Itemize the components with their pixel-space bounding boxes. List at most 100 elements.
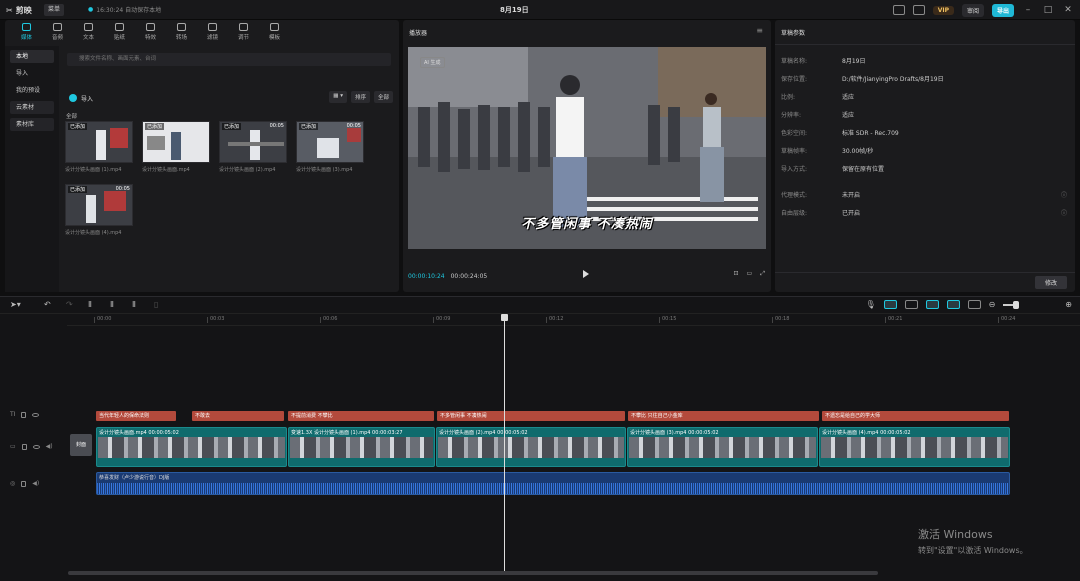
video-clip[interactable]: 设计分镜头画面.mp4 00:00:05:02 [96, 427, 287, 467]
menu-icon[interactable]: ≡ [756, 26, 763, 35]
logo-icon: ✂ [6, 5, 13, 15]
timeline-scrollbar[interactable] [68, 571, 878, 575]
param-row: 草稿名称: 8月19日 [781, 58, 866, 65]
video-clip[interactable]: 设计分镜头画面 (2).mp4 00:00:05:02 [436, 427, 626, 467]
media-clip[interactable]: 已添加 设计分镜头画面.mp4 [142, 121, 210, 173]
view-toggle-button[interactable]: ▦ ▾ [329, 91, 347, 103]
zoom-in-icon[interactable]: ⊕ [1065, 300, 1072, 309]
param-row: 草稿帧率: 30.00帧/秒 [781, 148, 874, 155]
tab-adjust[interactable]: 调节 [228, 20, 259, 44]
sidebar-item-local[interactable]: 本地 [10, 50, 54, 63]
preview-axis-icon[interactable] [925, 300, 939, 309]
media-content: 搜索文件名称、画面元素、台词 导入 ▦ ▾ 排序 全部 全部 已添加 设计分镜头… [61, 46, 399, 292]
text-clip[interactable]: 当代年轻人的保命法则 [96, 411, 176, 421]
sidebar-item-import[interactable]: 导入 [10, 67, 54, 80]
video-clip[interactable]: 变速1.3X 设计分镜头画面 (1).mp4 00:00:03:27 [288, 427, 435, 467]
fullscreen-fit-icon[interactable]: ⊡ [733, 270, 738, 278]
split-right-icon[interactable]: Ⅱ [132, 300, 136, 309]
tab-audio[interactable]: 音频 [42, 20, 73, 44]
text-clip[interactable]: 不敢去 [192, 411, 284, 421]
play-icon[interactable] [583, 270, 589, 278]
vip-button[interactable]: VIP [932, 5, 954, 15]
param-row: 自由层级: 已开启 [781, 210, 861, 217]
video-clip[interactable]: 设计分镜头画面 (4).mp4 00:00:05:02 [819, 427, 1010, 467]
media-clip[interactable]: 已添加 00:05 设计分镜头画面 (4).mp4 [65, 184, 133, 236]
tab-filter[interactable]: 滤镜 [197, 20, 228, 44]
timeline-toolbar: ➤▾ ↶ ↷ Ⅱ Ⅱ Ⅱ ▯ 🎙 ⊖ ⊕ [0, 297, 1080, 314]
info-icon[interactable]: ⓘ [1061, 190, 1067, 199]
video-preview[interactable]: AI 生成 不多管闲事 不凑热闹 [408, 47, 766, 249]
transition-icon [177, 23, 186, 31]
minimize-icon[interactable]: – [1022, 5, 1034, 15]
eye-icon[interactable] [32, 412, 40, 417]
audio-clip[interactable]: 恭喜发财（卢少游说行音）DJ版 [96, 472, 1010, 495]
media-clip[interactable]: 已添加 00:05 设计分镜头画面 (3).mp4 [296, 121, 364, 173]
filter-icon [208, 23, 217, 31]
lock-icon[interactable] [21, 411, 27, 418]
text-clip[interactable]: 不多管闲事 不凑热闹 [437, 411, 625, 421]
text-clip[interactable]: 不攀比 只往自己小金库 [628, 411, 819, 421]
text-track-icon: TI [10, 411, 16, 418]
split-left-icon[interactable]: Ⅱ [110, 300, 114, 309]
sidebar-item-cloud[interactable]: 云素材 [10, 101, 54, 114]
redo-icon[interactable]: ↷ [66, 300, 73, 309]
subtitle-overlay: 不多管闲事 不凑热闹 [521, 217, 653, 232]
text-clip[interactable]: 不提前消费 不攀比 [288, 411, 434, 421]
param-row: 导入方式: 保留在原有位置 [781, 166, 885, 173]
snap-icon[interactable] [946, 300, 960, 309]
clip-thumbnail: 已添加 00:05 [219, 121, 287, 163]
undo-icon[interactable]: ↶ [44, 300, 51, 309]
layout-icon[interactable] [912, 5, 925, 15]
ratio-icon[interactable]: ▭ [747, 270, 753, 278]
review-button[interactable]: 审阅 [961, 3, 984, 17]
zoom-slider[interactable] [1003, 300, 1020, 309]
keyboard-icon[interactable] [892, 5, 905, 15]
split-icon[interactable]: Ⅱ [88, 300, 92, 309]
time-display: 00:00:10:24 00:00:24:05 [408, 273, 488, 280]
select-tool-icon[interactable]: ➤▾ [10, 300, 21, 309]
audio-icon [53, 23, 62, 31]
media-clip[interactable]: 已添加 设计分镜头画面 (1).mp4 [65, 121, 133, 173]
eye-icon[interactable] [32, 444, 40, 449]
clip-thumbnail: 已添加 00:05 [65, 184, 133, 226]
time-ruler[interactable]: 00:00 00:03 00:06 00:09 00:12 00:15 00:1… [67, 314, 1080, 326]
playhead[interactable] [504, 316, 505, 571]
tab-media[interactable]: 媒体 [11, 20, 42, 44]
delete-icon[interactable]: ▯ [154, 300, 158, 309]
tab-template[interactable]: 模板 [259, 20, 290, 44]
modify-button[interactable]: 修改 [1034, 276, 1067, 289]
tab-transition[interactable]: 转场 [166, 20, 197, 44]
sidebar-item-library[interactable]: 素材库 [10, 118, 54, 131]
info-icon[interactable]: ⓘ [1061, 208, 1067, 217]
media-panel: 媒体 音频 文本 贴纸 特效 转场 滤镜 调节 模板 本地 导入 我的预设 云素… [5, 20, 399, 292]
lock-icon[interactable] [21, 443, 27, 450]
tab-effects[interactable]: 特效 [135, 20, 166, 44]
text-clip[interactable]: 不遗忘是给自己的学大师 [822, 411, 1009, 421]
param-row: 比例: 适应 [781, 94, 855, 101]
maximize-icon[interactable]: □ [1042, 5, 1054, 15]
menu-button[interactable]: 菜单 [44, 4, 65, 16]
media-clip[interactable]: 已添加 00:05 设计分镜头画面 (2).mp4 [219, 121, 287, 173]
video-clip[interactable]: 设计分镜头画面 (3).mp4 00:00:05:02 [627, 427, 818, 467]
filter-button[interactable]: 全部 [373, 91, 393, 103]
tab-text[interactable]: 文本 [73, 20, 104, 44]
clip-thumbnail: 已添加 [65, 121, 133, 163]
cover-thumbnail[interactable]: 封面 [70, 434, 92, 456]
volume-icon[interactable]: ◀) [46, 443, 53, 450]
link-icon[interactable] [904, 300, 918, 309]
effects-icon [146, 23, 155, 31]
volume-icon[interactable]: ◀) [32, 480, 39, 487]
import-button[interactable]: 导入 [69, 92, 93, 104]
close-icon[interactable]: ✕ [1062, 5, 1074, 15]
sort-button[interactable]: 排序 [350, 91, 370, 103]
lock-icon[interactable] [21, 480, 27, 487]
expand-icon[interactable]: ⤢ [760, 270, 765, 278]
export-button[interactable]: 导出 [991, 3, 1014, 17]
sidebar-item-presets[interactable]: 我的预设 [10, 84, 54, 97]
microphone-icon[interactable]: 🎙 [865, 300, 875, 309]
magnet-icon[interactable] [883, 300, 897, 309]
media-search-input[interactable]: 搜索文件名称、画面元素、台词 [67, 53, 391, 66]
zoom-out-icon[interactable]: ⊖ [989, 300, 996, 309]
subtitle-icon[interactable] [967, 300, 981, 309]
tab-sticker[interactable]: 贴纸 [104, 20, 135, 44]
